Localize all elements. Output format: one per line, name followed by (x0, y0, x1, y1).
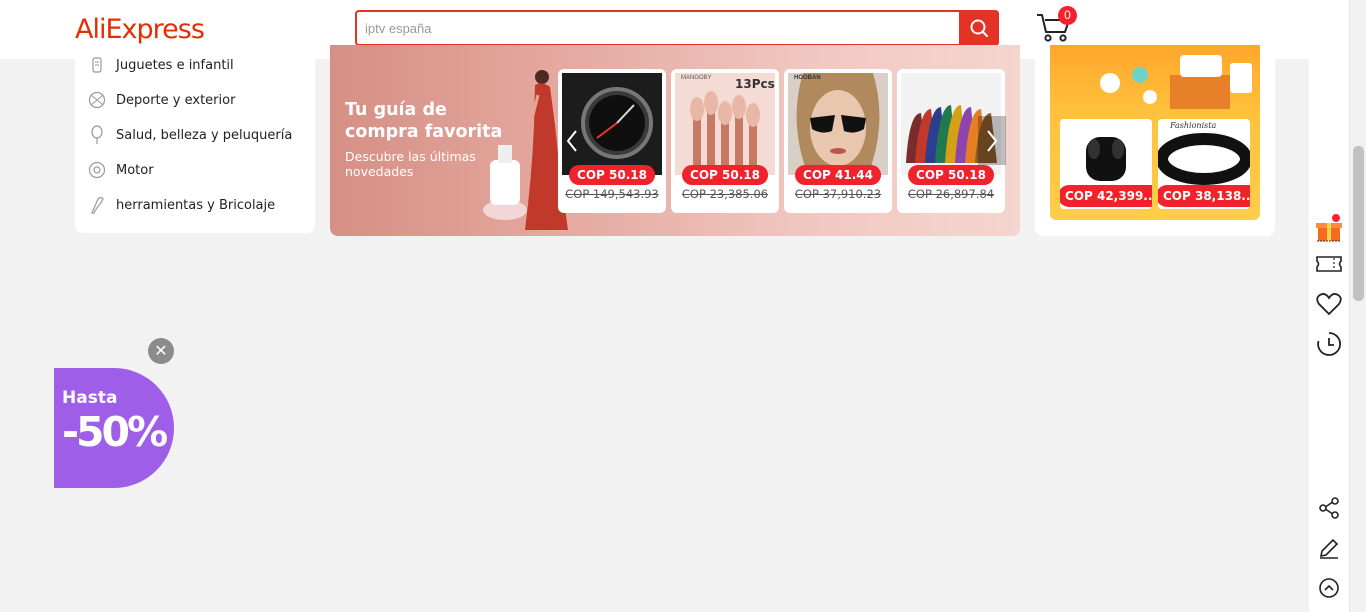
model-illustration (483, 70, 568, 231)
toy-icon (87, 55, 107, 75)
arrow-up-circle-icon (1319, 578, 1339, 598)
share-icon (1319, 497, 1339, 519)
product-price: COP 41.44 (795, 165, 881, 185)
category-menu: Juguetes e infantil Deporte y exterior S… (75, 45, 315, 233)
hero-banner[interactable]: Tu guía de compra favorita Descubre las … (330, 45, 1020, 236)
category-label: herramientas y Bricolaje (116, 197, 276, 213)
product-price: COP 50.18 (908, 165, 994, 185)
promo-product-price: COP 42,399... (1060, 185, 1152, 207)
category-label: Salud, belleza y peluquería (116, 127, 293, 143)
gift-box-illustration (1100, 55, 1252, 109)
history-button[interactable] (1314, 329, 1344, 359)
category-item-sports[interactable]: Deporte y exterior (87, 89, 235, 111)
category-item-tools[interactable]: herramientas y Bricolaje (87, 194, 275, 216)
product-brand: Fashionista (1170, 121, 1217, 130)
promo-product-card[interactable]: Fashionista COP 38,138... (1158, 119, 1250, 209)
side-toolbar (1309, 0, 1349, 612)
product-old-price: COP 37,910.23 (794, 187, 882, 201)
discount-floater[interactable]: Hasta -50% (54, 368, 174, 488)
wishlist-button[interactable] (1314, 289, 1344, 319)
discount-percent: -50% (62, 408, 168, 456)
promo-product-price: COP 38,138... (1158, 185, 1250, 207)
promo-panel[interactable]: COP 42,399... Fashionista COP 38,138... (1035, 45, 1275, 236)
product-brand: MANGOBY (681, 75, 712, 81)
sunglasses-image: HOOBAN (788, 73, 888, 175)
product-tag: 13Pcs (735, 77, 775, 91)
back-to-top-button[interactable] (1314, 573, 1344, 603)
product-brand: HOOBAN (794, 75, 821, 81)
wheel-icon (87, 160, 107, 180)
category-label: Motor (116, 162, 154, 178)
heart-icon (1316, 293, 1342, 316)
product-old-price: COP 26,897.84 (907, 187, 995, 201)
product-card[interactable]: HOOBAN COP 41.44 COP 37,910.23 (784, 69, 892, 213)
share-button[interactable] (1314, 493, 1344, 523)
search-icon (970, 19, 988, 37)
gift-icon (1316, 214, 1342, 242)
search-bar (355, 10, 999, 46)
close-floater-button[interactable]: ✕ (148, 338, 174, 364)
scrollbar-thumb[interactable] (1353, 146, 1364, 301)
clock-icon (1317, 332, 1341, 356)
gift-button[interactable] (1314, 213, 1344, 243)
product-old-price: COP 149,543.93 (565, 187, 659, 201)
tools-icon (87, 195, 107, 215)
feedback-button[interactable] (1314, 533, 1344, 563)
category-item-motor[interactable]: Motor (87, 159, 154, 181)
product-old-price: COP 23,385.06 (681, 187, 769, 201)
ball-icon (87, 90, 107, 110)
brushes-image: MANGOBY 13Pcs (675, 73, 775, 175)
carousel-next-button[interactable] (978, 116, 1006, 165)
pencil-icon (1319, 538, 1339, 559)
page-scrollbar[interactable] (1349, 0, 1366, 612)
promo-banner: COP 42,399... Fashionista COP 38,138... (1050, 45, 1260, 220)
product-price: COP 50.18 (569, 165, 655, 185)
ticket-icon (1316, 256, 1342, 272)
product-price: COP 50.18 (682, 165, 768, 185)
carousel-prev-button[interactable] (558, 116, 586, 165)
beauty-icon (87, 125, 107, 145)
search-input[interactable] (365, 18, 955, 38)
coupon-button[interactable] (1314, 249, 1344, 279)
discount-label: Hasta (62, 388, 118, 408)
search-button[interactable] (959, 10, 999, 46)
cart-count-badge: 0 (1058, 6, 1077, 25)
category-item-toys[interactable]: Juguetes e infantil (87, 54, 234, 76)
promo-product-card[interactable]: COP 42,399... (1060, 119, 1152, 209)
aliexpress-logo[interactable]: AliExpress (75, 14, 205, 45)
category-item-beauty[interactable]: Salud, belleza y peluquería (87, 124, 292, 146)
category-label: Deporte y exterior (116, 92, 236, 108)
product-card[interactable]: MANGOBY 13Pcs COP 50.18 COP 23,385.06 (671, 69, 779, 213)
chevron-right-icon (987, 129, 998, 152)
category-label: Juguetes e infantil (116, 57, 234, 73)
chevron-left-icon (566, 129, 577, 152)
